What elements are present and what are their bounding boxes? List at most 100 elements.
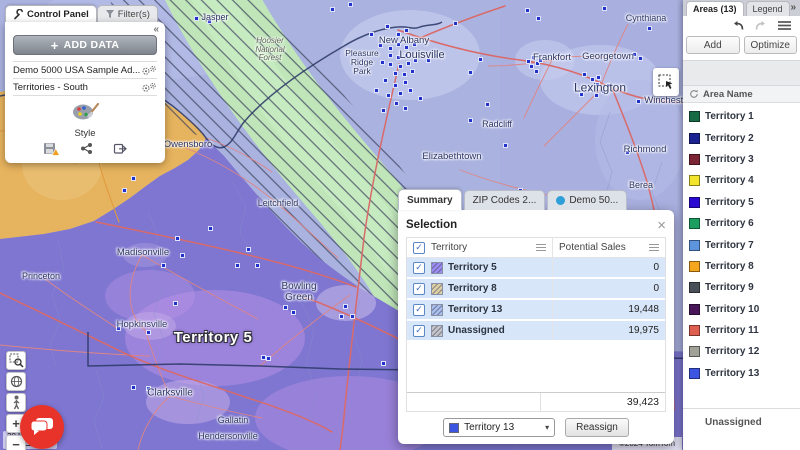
save-warning-icon[interactable] [43, 142, 60, 156]
reassign-button[interactable]: Reassign [565, 418, 629, 437]
territory-column-header[interactable]: Territory [431, 242, 467, 253]
column-menu-icon[interactable] [536, 244, 547, 251]
add-area-button[interactable]: Add [686, 36, 740, 54]
filter-icon [105, 10, 114, 18]
area-name-label: Territory 2 [705, 132, 754, 144]
export-icon[interactable] [113, 142, 128, 155]
zoom-area-icon [9, 353, 24, 368]
chat-widget-button[interactable] [20, 405, 64, 449]
row-checkbox[interactable]: ✓ [413, 261, 425, 274]
area-color-swatch [689, 175, 700, 187]
area-name-label: Territory 5 [705, 196, 754, 208]
globe-icon [10, 375, 22, 388]
wrench-icon [14, 8, 23, 19]
table-header-row: ✓ Territory Potential Sales [407, 238, 665, 258]
gears-icon[interactable] [141, 65, 157, 76]
tab-filters-label: Filter(s) [117, 8, 150, 20]
area-row[interactable]: Territory 8 [683, 256, 800, 277]
column-menu-icon[interactable] [649, 244, 659, 251]
layer-row-territories[interactable]: Territories - South [13, 79, 157, 96]
area-color-swatch [689, 218, 700, 230]
area-row[interactable]: Territory 7 [683, 234, 800, 255]
row-value: 19,448 [628, 304, 659, 315]
tab-zip-codes-label: ZIP Codes 2... [472, 195, 537, 206]
area-row[interactable]: Territory 2 [683, 127, 800, 148]
style-label: Style [74, 128, 96, 139]
area-row[interactable]: Territory 12 [683, 341, 800, 362]
area-color-swatch [689, 303, 700, 315]
zoom-to-area-button[interactable] [6, 351, 26, 370]
areas-sidebar: Areas (13) Legend » Add Optimize Area Na… [683, 0, 800, 450]
row-checkbox[interactable]: ✓ [413, 324, 425, 337]
area-row[interactable]: Territory 9 [683, 277, 800, 298]
area-name-label: Territory 13 [705, 367, 760, 379]
gears-icon[interactable] [141, 82, 157, 93]
optimize-button[interactable]: Optimize [743, 36, 797, 54]
row-checkbox[interactable]: ✓ [413, 303, 425, 316]
territory-swatch [431, 303, 443, 316]
tab-demo-data[interactable]: Demo 50... [547, 190, 628, 210]
table-row[interactable]: ✓ Territory 13 19,448 [407, 300, 665, 321]
area-row[interactable]: Territory 3 [683, 149, 800, 170]
add-data-button[interactable]: + ADD DATA [13, 35, 157, 55]
selection-table: ✓ Territory Potential Sales ✓ Territory … [406, 237, 666, 412]
lasso-select-tool[interactable] [653, 68, 679, 96]
area-name-label: Territory 1 [705, 111, 754, 123]
control-panel: Control Panel Filter(s) « + ADD DATA Dem… [5, 4, 165, 163]
panel-collapse-icon[interactable]: « [153, 24, 159, 35]
area-row[interactable]: Territory 13 [683, 363, 800, 384]
tab-filters[interactable]: Filter(s) [96, 5, 158, 22]
locate-button[interactable] [6, 372, 26, 391]
area-color-swatch [689, 346, 700, 358]
menu-icon[interactable] [777, 20, 792, 31]
area-color-swatch [689, 260, 700, 272]
potential-sales-column-header[interactable]: Potential Sales [559, 242, 626, 253]
row-value: 0 [653, 283, 659, 294]
selection-popup: Summary ZIP Codes 2... Demo 50... Select… [398, 189, 674, 444]
area-name-header[interactable]: Area Name [703, 89, 753, 100]
area-color-swatch [689, 132, 700, 144]
table-row[interactable]: ✓ Territory 8 0 [407, 279, 665, 300]
area-color-swatch [689, 196, 700, 208]
area-list: Territory 1 Territory 2 Territory 3 Territo… [683, 103, 800, 384]
area-row[interactable]: Territory 1 [683, 106, 800, 127]
row-territory-label: Territory 5 [448, 262, 497, 273]
tab-summary[interactable]: Summary [398, 189, 462, 210]
sync-icon[interactable] [689, 89, 699, 99]
area-row[interactable]: Territory 6 [683, 213, 800, 234]
palette-icon [73, 102, 100, 120]
area-row[interactable]: Territory 5 [683, 192, 800, 213]
tab-control-panel[interactable]: Control Panel [5, 5, 97, 22]
area-row[interactable]: Territory 11 [683, 320, 800, 341]
dropdown-swatch [449, 422, 460, 433]
layer-row-demo-data[interactable]: Demo 5000 USA Sample Ad... [13, 62, 157, 79]
streetview-button[interactable] [6, 393, 26, 412]
territory-dropdown[interactable]: Territory 13 ▾ [443, 418, 556, 437]
unassigned-row[interactable]: Unassigned [683, 408, 800, 428]
area-name-label: Territory 11 [705, 325, 759, 337]
pegman-icon [13, 395, 19, 410]
share-icon[interactable] [80, 142, 93, 155]
lasso-icon [658, 74, 672, 89]
territory-swatch [431, 282, 443, 295]
select-all-checkbox[interactable]: ✓ [413, 241, 425, 254]
close-icon[interactable]: × [657, 218, 666, 233]
tab-legend[interactable]: Legend [745, 1, 790, 16]
tab-summary-label: Summary [407, 194, 453, 206]
area-name-label: Territory 8 [705, 260, 754, 272]
row-checkbox[interactable]: ✓ [413, 282, 425, 295]
undo-icon[interactable] [731, 20, 745, 31]
redo-icon[interactable] [754, 20, 768, 31]
table-row[interactable]: ✓ Territory 5 0 [407, 258, 665, 279]
area-row[interactable]: Territory 10 [683, 299, 800, 320]
tab-areas[interactable]: Areas (13) [686, 1, 744, 16]
style-button[interactable]: Style [13, 96, 157, 139]
tab-zip-codes[interactable]: ZIP Codes 2... [463, 190, 546, 210]
row-territory-label: Territory 13 [448, 304, 503, 315]
tab-demo-label: Demo 50... [569, 195, 619, 206]
sidebar-collapse-icon[interactable]: » [790, 2, 796, 13]
table-row[interactable]: ✓ Unassigned 19,975 [407, 321, 665, 342]
sidebar-filter-strip [683, 60, 800, 86]
area-name-label: Territory 12 [705, 346, 760, 358]
area-row[interactable]: Territory 4 [683, 170, 800, 191]
